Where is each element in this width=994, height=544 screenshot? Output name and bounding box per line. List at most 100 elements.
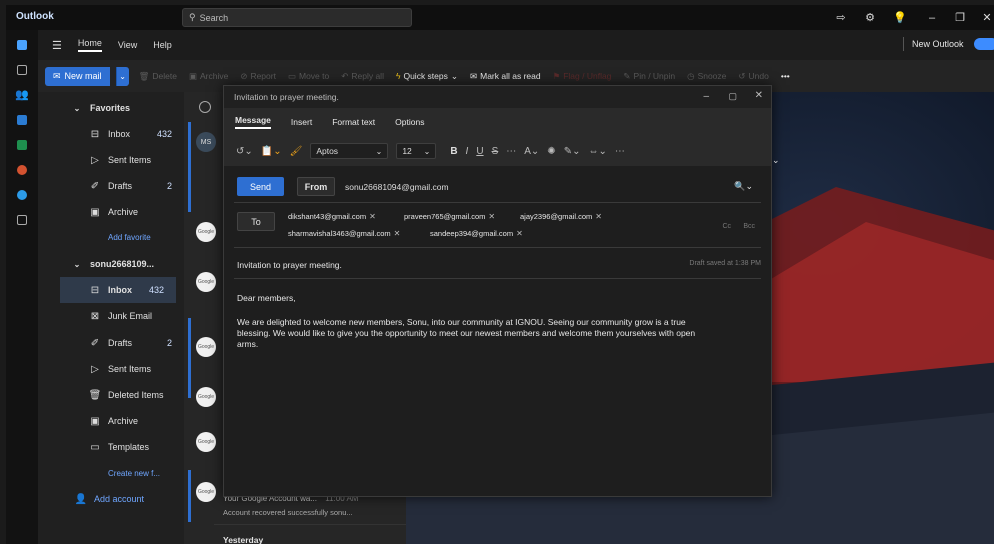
tab-home[interactable]: Home [77,38,102,52]
font-size-select[interactable]: 12 ⌄ [396,143,437,159]
snooze-button[interactable]: ◷ Snooze [687,71,726,82]
excel-app-icon[interactable] [6,132,38,157]
tab-insert[interactable]: Insert [291,117,312,127]
reply-all-button[interactable]: ↶ Reply all [341,71,384,82]
section-yesterday: Yesterday [223,535,264,544]
remove-icon[interactable]: ✕ [369,212,376,221]
tab-options[interactable]: Options [395,117,424,127]
tab-view[interactable]: View [118,40,137,50]
undo-button[interactable]: ↺ Undo [738,71,768,82]
undo-icon[interactable]: ↺⌄ [236,146,253,157]
junk-icon: ⊠ [90,310,100,322]
flag-button[interactable]: ⚑ Flag / Unflag [553,71,612,82]
clipboard-icon[interactable]: 📋⌄ [261,146,282,157]
move-to-button[interactable]: ▭ Move to [288,71,329,82]
trash-icon: 🗑 [138,70,150,81]
folder-templates[interactable]: ▭ Templates [38,434,184,460]
recipient-chip[interactable]: sharmavishal3463@gmail.com ✕ [288,229,400,238]
folder-drafts[interactable]: ✐ Drafts 2 [38,330,184,356]
onedrive-app-icon[interactable] [6,182,38,207]
avatar: Google [196,387,216,407]
chevron-down-icon[interactable]: ⌄ [772,155,780,166]
recipient-chip[interactable]: praveen765@gmail.com ✕ [404,212,495,221]
text-highlight-icon[interactable]: A⌄ [524,146,539,157]
notifications-icon[interactable]: 💡 [891,9,909,26]
more-options-icon[interactable]: ⋯ [615,146,625,157]
folder-deleted[interactable]: 🗑 Deleted Items [38,382,184,408]
mark-all-read-button[interactable]: ✉ Mark all as read [470,71,541,82]
folder-inbox[interactable]: ⊟ Inbox 432 [60,277,176,303]
subject-field[interactable]: Invitation to prayer meeting. [237,260,342,270]
to-button[interactable]: To [237,212,275,231]
powerpoint-app-icon[interactable] [6,157,38,182]
favorites-header[interactable]: ⌄ Favorites [38,95,184,121]
word-app-icon[interactable] [6,107,38,132]
folder-archive[interactable]: ▣ Archive [38,408,184,434]
folder-junk[interactable]: ⊠ Junk Email [38,303,184,329]
archive-icon: ▣ [90,206,100,218]
quick-steps-button[interactable]: ϟ Quick steps ⌄ [396,71,458,82]
search-input[interactable]: ⚲ Search [182,8,412,27]
delete-button[interactable]: 🗑 Delete [139,71,177,82]
divider [234,202,761,203]
minimize-icon[interactable]: – [703,91,709,102]
remove-icon[interactable]: ✕ [488,212,495,221]
close-icon[interactable]: ✕ [978,9,994,26]
select-all-checkbox[interactable] [199,101,211,113]
close-icon[interactable]: ✕ [755,90,763,101]
people-app-icon[interactable]: 👥 [6,82,38,107]
tab-help[interactable]: Help [153,40,172,50]
more-options-button[interactable]: ••• [781,71,790,81]
more-format-icon[interactable]: ⋯ [506,146,516,157]
cc-link[interactable]: Cc [722,223,731,230]
archive-button[interactable]: ▣ Archive [189,71,228,82]
underline-icon[interactable]: U [476,146,483,157]
meet-now-icon[interactable]: ⇨ [832,9,850,26]
format-painter-icon[interactable]: 🖌 [290,146,303,157]
new-mail-dropdown[interactable]: ⌄ [115,66,129,86]
fav-sent-items[interactable]: ▷ Sent Items [38,147,184,173]
bold-icon[interactable]: B [450,146,457,157]
strikethrough-icon[interactable]: S [492,146,499,157]
maximize-icon[interactable]: ▢ [728,91,737,102]
tab-format-text[interactable]: Format text [332,117,375,127]
flag-icon: ⚑ [552,70,561,81]
recipient-chip[interactable]: dikshant43@gmail.com ✕ [288,212,376,221]
restore-icon[interactable]: ❐ [951,9,969,26]
pin-button[interactable]: ✎ Pin / Unpin [623,71,675,82]
folder-sent[interactable]: ▷ Sent Items [38,356,184,382]
remove-icon[interactable]: ✕ [394,229,401,238]
remove-icon[interactable]: ✕ [595,212,602,221]
hamburger-icon[interactable]: ☰ [52,39,62,52]
new-outlook-toggle[interactable] [974,38,994,50]
account-header[interactable]: ⌄ sonu2668109... [38,251,184,277]
attach-icon[interactable]: ✎⌄ [564,146,581,157]
from-button[interactable]: From [297,177,335,196]
fav-inbox[interactable]: ⊟ Inbox 432 [38,121,184,147]
recipient-chip[interactable]: ajay2396@gmail.com ✕ [520,212,602,221]
calendar-app-icon[interactable] [6,57,38,82]
add-favorite-link[interactable]: Add favorite [38,224,184,250]
mail-app-icon[interactable] [6,32,38,57]
styles-icon[interactable]: ✺ [547,146,555,157]
remove-icon[interactable]: ✕ [516,229,523,238]
link-icon[interactable]: ⇔⌄ [588,146,606,157]
zoom-icon[interactable]: 🔍⌄ [734,181,753,192]
recipient-chip[interactable]: sandeep394@gmail.com ✕ [430,229,523,238]
bcc-link[interactable]: Bcc [743,223,755,230]
send-button[interactable]: Send [237,177,284,196]
minimize-icon[interactable]: – [923,9,941,26]
more-apps-icon[interactable] [6,207,38,232]
report-button[interactable]: ⊘ Report [240,71,276,82]
from-address: sonu26681094@gmail.com [345,182,449,192]
tab-message[interactable]: Message [235,115,271,129]
new-mail-button[interactable]: ✉ New mail [45,66,110,86]
settings-icon[interactable]: ⚙ [861,9,879,26]
fav-drafts[interactable]: ✐ Drafts 2 [38,173,184,199]
italic-icon[interactable]: I [466,146,469,157]
add-account-button[interactable]: 👤 Add account [38,486,184,512]
report-icon: ⊘ [240,70,248,81]
create-new-folder-link[interactable]: Create new f... [38,460,184,486]
fav-archive[interactable]: ▣ Archive [38,199,184,225]
font-name-select[interactable]: Aptos ⌄ [310,143,389,159]
